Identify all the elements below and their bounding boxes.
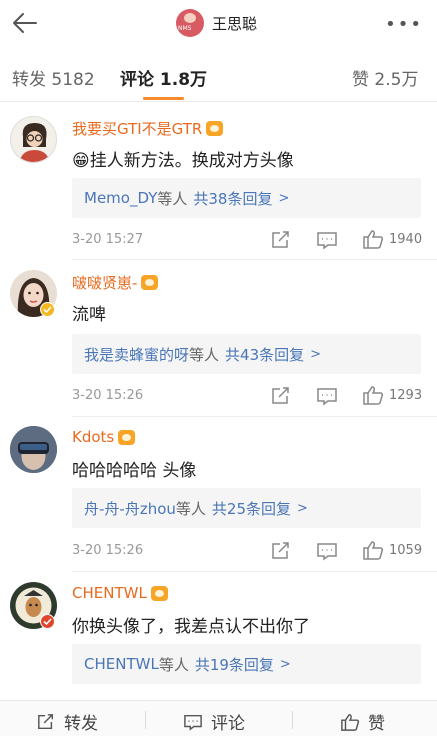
tab-like-count: 2.5万 <box>374 70 419 90</box>
vip-badge-icon <box>141 275 159 290</box>
chevron-right-icon: > <box>310 346 322 362</box>
reply-count: 共19条回复 <box>194 655 274 674</box>
like-icon[interactable] <box>362 385 384 405</box>
bottom-repost-label: 转发 <box>64 714 98 734</box>
reply-user: 舟-舟-舟zhou <box>84 499 176 518</box>
replies-preview[interactable]: 舟-舟-舟zhou 等人 共25条回复 > <box>72 488 421 528</box>
bottom-action-bar: 转发 评论 赞 <box>0 700 437 736</box>
header-avatar: NMS <box>176 9 204 37</box>
vip-badge-icon <box>118 429 136 445</box>
like-count: 1940 <box>389 232 423 247</box>
commenter-name-text: 我要买GTI不是GTR <box>72 120 203 138</box>
reply-user: CHENTWL <box>84 655 159 673</box>
like-count: 1059 <box>389 543 423 558</box>
like-icon[interactable] <box>362 229 384 249</box>
verified-badge-icon <box>40 302 55 317</box>
page-title: 王思聪 <box>212 14 258 33</box>
back-arrow-icon[interactable] <box>10 8 40 38</box>
header-avatar-text: NMS <box>178 25 192 32</box>
comment-time: 3-20 15:26 <box>72 543 144 558</box>
reply-mid-text: 等人 <box>158 655 189 674</box>
divider <box>72 571 437 572</box>
comment-icon[interactable] <box>316 386 338 406</box>
divider <box>72 416 437 417</box>
tab-repost[interactable]: 转发 5182 <box>12 65 95 90</box>
bottom-repost-button[interactable]: 转发 <box>36 709 98 734</box>
repost-icon <box>38 713 54 729</box>
bottom-like-button[interactable]: 赞 <box>340 709 385 734</box>
comment-text: 哈哈哈哈哈 头像 <box>72 461 197 481</box>
comment-text: 流啤 <box>72 305 106 325</box>
tab-comment[interactable]: 评论 1.8万 <box>120 65 207 90</box>
commenter-name[interactable]: 啵啵贤崽- <box>72 272 159 293</box>
reply-mid-text: 等人 <box>189 345 220 364</box>
vip-badge-icon <box>150 585 168 601</box>
commenter-name-text: CHENTWL <box>72 584 147 602</box>
commenter-name[interactable]: CHENTWL <box>72 584 168 602</box>
chevron-right-icon: > <box>297 500 308 516</box>
commenter-name-text: Kdots <box>72 428 115 446</box>
comment-text: 😁挂人新方法。换成对方头像 <box>72 151 294 171</box>
like-icon[interactable] <box>362 540 384 560</box>
divider <box>72 259 437 260</box>
tab-like[interactable]: 赞 2.5万 <box>352 65 418 90</box>
tab-repost-label: 转发 <box>12 70 46 90</box>
vip-badge-icon <box>206 121 224 136</box>
reply-count: 共38条回复 <box>193 189 273 208</box>
repost-icon[interactable] <box>270 230 292 250</box>
verified-badge-icon <box>40 614 55 629</box>
comment-time: 3-20 15:26 <box>72 388 144 403</box>
reply-mid-text: 等人 <box>175 499 206 518</box>
bottom-comment-button[interactable]: 评论 <box>183 709 245 734</box>
replies-preview[interactable]: Memo_DY 等人 共38条回复 > <box>72 178 421 218</box>
reply-user: 我是卖蜂蜜的呀 <box>84 345 190 364</box>
tab-like-label: 赞 <box>352 70 369 90</box>
commenter-name[interactable]: 我要买GTI不是GTR <box>72 118 224 139</box>
divider <box>292 711 293 729</box>
chevron-right-icon: > <box>279 656 291 672</box>
comment-time: 3-20 15:27 <box>72 232 144 247</box>
active-tab-indicator <box>143 97 184 100</box>
bottom-like-label: 赞 <box>368 714 385 734</box>
commenter-avatar[interactable] <box>10 116 57 163</box>
reply-count: 共43条回复 <box>225 345 305 364</box>
repost-icon[interactable] <box>270 386 292 406</box>
header-title-group[interactable]: NMS 王思聪 <box>176 9 257 37</box>
replies-preview[interactable]: CHENTWL 等人 共19条回复 > <box>72 644 421 684</box>
reply-user: Memo_DY <box>84 189 158 207</box>
comment-icon[interactable] <box>316 541 338 561</box>
commenter-avatar[interactable] <box>10 426 57 473</box>
tab-comment-label: 评论 <box>120 70 154 90</box>
top-bar: NMS 王思聪 ••• <box>0 0 437 46</box>
comment-icon[interactable] <box>316 230 338 250</box>
tab-repost-count: 5182 <box>51 70 95 90</box>
commenter-name[interactable]: Kdots <box>72 428 136 446</box>
chevron-right-icon: > <box>278 190 290 206</box>
reply-mid-text: 等人 <box>157 189 188 208</box>
like-count: 1293 <box>389 388 423 403</box>
comment-text: 你换头像了，我差点认不出你了 <box>72 617 310 637</box>
divider <box>145 711 146 729</box>
tab-comment-count: 1.8万 <box>159 70 208 90</box>
more-icon[interactable]: ••• <box>385 14 423 35</box>
reply-count: 共25条回复 <box>211 499 291 518</box>
comment-icon <box>184 714 202 731</box>
repost-icon[interactable] <box>270 541 292 561</box>
like-icon <box>341 713 360 731</box>
commenter-name-text: 啵啵贤崽- <box>72 274 138 292</box>
replies-preview[interactable]: 我是卖蜂蜜的呀 等人 共43条回复 > <box>72 334 421 374</box>
tab-bar: 转发 5182 评论 1.8万 赞 2.5万 <box>0 54 437 102</box>
bottom-comment-label: 评论 <box>211 714 245 734</box>
